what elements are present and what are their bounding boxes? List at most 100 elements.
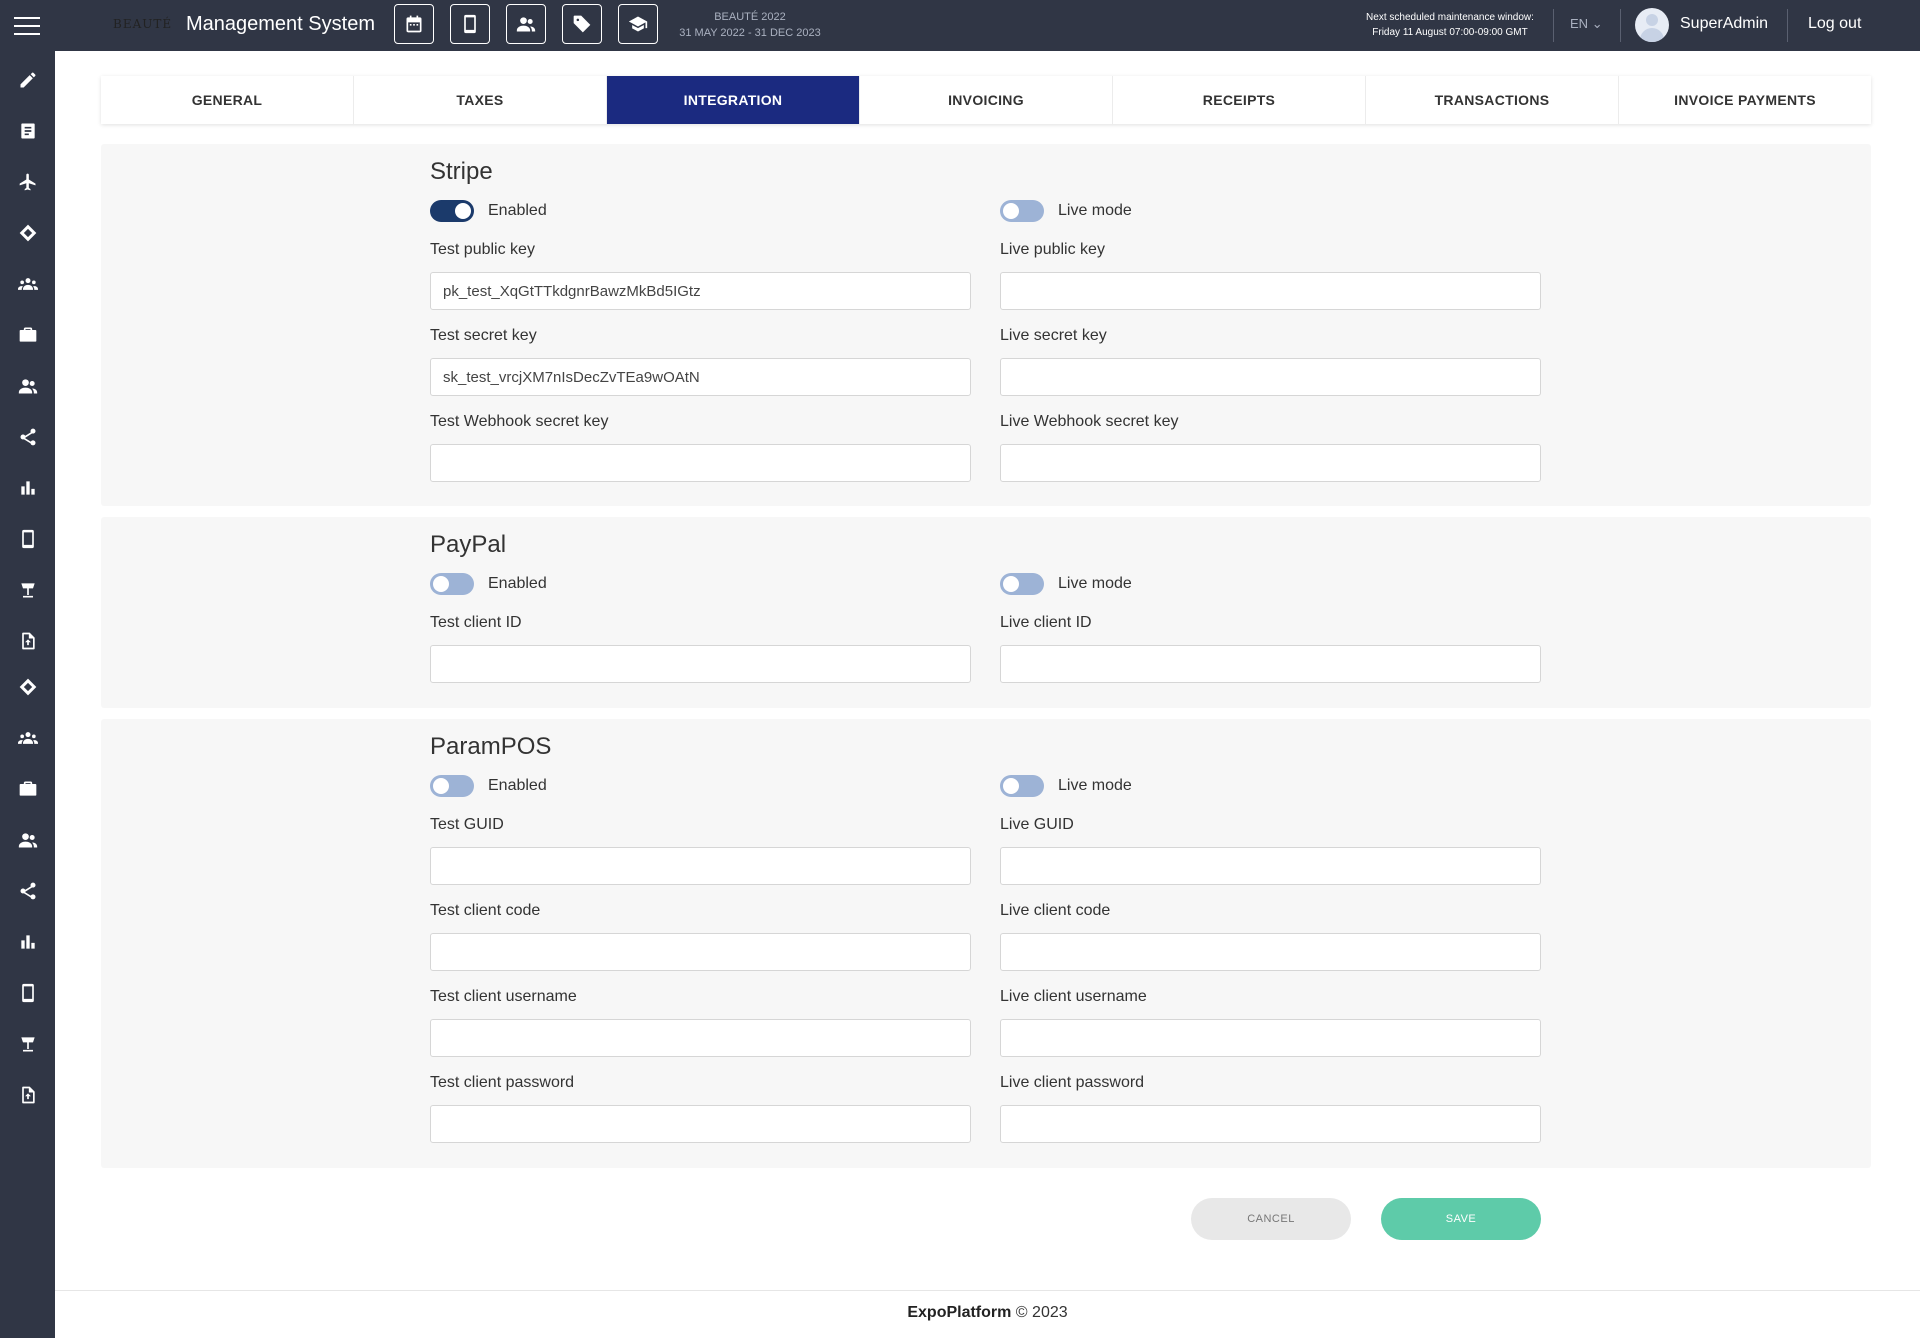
event-info: BEAUTÉ 2022 31 MAY 2022 - 31 DEC 2023 (660, 9, 840, 41)
settings-tabs: GENERAL TAXES INTEGRATION INVOICING RECE… (101, 76, 1871, 124)
app-title: Management System (186, 13, 375, 35)
test-secret-key-label: Test secret key (430, 327, 537, 344)
tab-transactions[interactable]: TRANSACTIONS (1366, 76, 1619, 124)
logout-link[interactable]: Log out (1808, 15, 1861, 33)
test-client-code-input[interactable] (430, 933, 971, 971)
document-icon[interactable] (18, 121, 38, 141)
save-button[interactable]: SAVE (1381, 1198, 1541, 1240)
live-webhook-label: Live Webhook secret key (1000, 413, 1179, 430)
mobile-icon[interactable] (18, 529, 38, 549)
tab-receipts[interactable]: RECEIPTS (1113, 76, 1366, 124)
test-client-id-label: Test client ID (430, 614, 522, 631)
parampos-live-mode-toggle[interactable] (1000, 775, 1044, 797)
lamp-icon[interactable] (18, 580, 38, 600)
graduation-cap-icon[interactable] (618, 4, 658, 44)
share-icon[interactable] (18, 881, 38, 901)
test-guid-input[interactable] (430, 847, 971, 885)
live-guid-input[interactable] (1000, 847, 1541, 885)
briefcase-icon[interactable] (18, 325, 38, 345)
test-public-key-input[interactable] (430, 272, 971, 310)
live-webhook-input[interactable] (1000, 444, 1541, 482)
parampos-panel: ParamPOS Enabled Live mode Test GUID Liv… (101, 719, 1871, 1168)
parampos-live-mode-row: Live mode (1000, 775, 1132, 797)
test-public-key-label: Test public key (430, 241, 535, 258)
top-bar: BEAUTÉ Management System BEAUTÉ 2022 31 … (0, 0, 1920, 51)
tab-invoicing[interactable]: INVOICING (860, 76, 1113, 124)
parampos-enabled-toggle[interactable] (430, 775, 474, 797)
user-name[interactable]: SuperAdmin (1680, 15, 1768, 33)
enabled-label: Enabled (488, 777, 547, 794)
brand-logo: BEAUTÉ (113, 17, 173, 31)
live-client-password-input[interactable] (1000, 1105, 1541, 1143)
tab-taxes[interactable]: TAXES (354, 76, 607, 124)
parampos-enabled-row: Enabled (430, 775, 547, 797)
tab-invoice-payments[interactable]: INVOICE PAYMENTS (1619, 76, 1871, 124)
live-secret-key-input[interactable] (1000, 358, 1541, 396)
avatar[interactable] (1635, 8, 1669, 42)
divider (1620, 9, 1621, 42)
file-upload-icon[interactable] (18, 1085, 38, 1105)
users-icon[interactable] (18, 376, 38, 396)
sidebar (0, 51, 55, 1338)
paypal-enabled-row: Enabled (430, 573, 547, 595)
paypal-enabled-toggle[interactable] (430, 573, 474, 595)
enabled-label: Enabled (488, 575, 547, 592)
stripe-live-mode-row: Live mode (1000, 200, 1132, 222)
test-webhook-input[interactable] (430, 444, 971, 482)
users-icon[interactable] (18, 830, 38, 850)
file-upload-icon[interactable] (18, 631, 38, 651)
test-secret-key-input[interactable] (430, 358, 971, 396)
paypal-live-mode-toggle[interactable] (1000, 573, 1044, 595)
live-client-username-input[interactable] (1000, 1019, 1541, 1057)
ticket-icon[interactable] (18, 223, 38, 243)
parampos-title: ParamPOS (430, 733, 552, 760)
bar-chart-icon[interactable] (18, 932, 38, 952)
live-public-key-input[interactable] (1000, 272, 1541, 310)
pencil-icon[interactable] (18, 70, 38, 90)
hamburger-menu-icon[interactable] (14, 17, 40, 35)
tab-general[interactable]: GENERAL (101, 76, 354, 124)
tag-icon[interactable] (562, 4, 602, 44)
ticket-icon[interactable] (18, 677, 38, 697)
stripe-enabled-toggle[interactable] (430, 200, 474, 222)
divider (1553, 9, 1554, 42)
live-client-id-input[interactable] (1000, 645, 1541, 683)
mobile-icon[interactable] (450, 4, 490, 44)
test-webhook-label: Test Webhook secret key (430, 413, 609, 430)
stripe-title: Stripe (430, 158, 493, 185)
stripe-panel: Stripe Enabled Live mode Test public key… (101, 144, 1871, 506)
footer-copyright: © 2023 (1011, 1304, 1068, 1321)
maintenance-title: Next scheduled maintenance window: (1366, 12, 1534, 23)
bar-chart-icon[interactable] (18, 478, 38, 498)
briefcase-icon[interactable] (18, 779, 38, 799)
paypal-title: PayPal (430, 531, 507, 558)
plane-icon[interactable] (18, 172, 38, 192)
maintenance-notice: Next scheduled maintenance window: Frida… (1340, 10, 1560, 40)
event-name: BEAUTÉ 2022 (714, 11, 786, 23)
test-client-username-input[interactable] (430, 1019, 971, 1057)
test-client-id-input[interactable] (430, 645, 971, 683)
live-client-code-input[interactable] (1000, 933, 1541, 971)
lamp-icon[interactable] (18, 1034, 38, 1054)
test-client-password-label: Test client password (430, 1074, 575, 1091)
language-selector[interactable]: EN ⌄ (1570, 16, 1603, 32)
event-dates: 31 MAY 2022 - 31 DEC 2023 (679, 27, 821, 39)
calendar-icon[interactable] (394, 4, 434, 44)
cancel-button[interactable]: CANCEL (1191, 1198, 1351, 1240)
live-client-id-label: Live client ID (1000, 614, 1092, 631)
live-client-password-label: Live client password (1000, 1074, 1145, 1091)
paypal-panel: PayPal Enabled Live mode Test client ID … (101, 517, 1871, 708)
group-icon[interactable] (18, 274, 38, 294)
stripe-live-mode-toggle[interactable] (1000, 200, 1044, 222)
test-client-password-input[interactable] (430, 1105, 971, 1143)
live-client-code-label: Live client code (1000, 902, 1111, 919)
tab-integration[interactable]: INTEGRATION (607, 76, 860, 124)
group-icon[interactable] (18, 728, 38, 748)
divider (1787, 9, 1788, 42)
stripe-enabled-row: Enabled (430, 200, 547, 222)
mobile-icon[interactable] (18, 983, 38, 1003)
share-icon[interactable] (18, 427, 38, 447)
chevron-down-icon: ⌄ (1591, 16, 1603, 31)
people-icon[interactable] (506, 4, 546, 44)
language-label: EN (1570, 16, 1589, 31)
